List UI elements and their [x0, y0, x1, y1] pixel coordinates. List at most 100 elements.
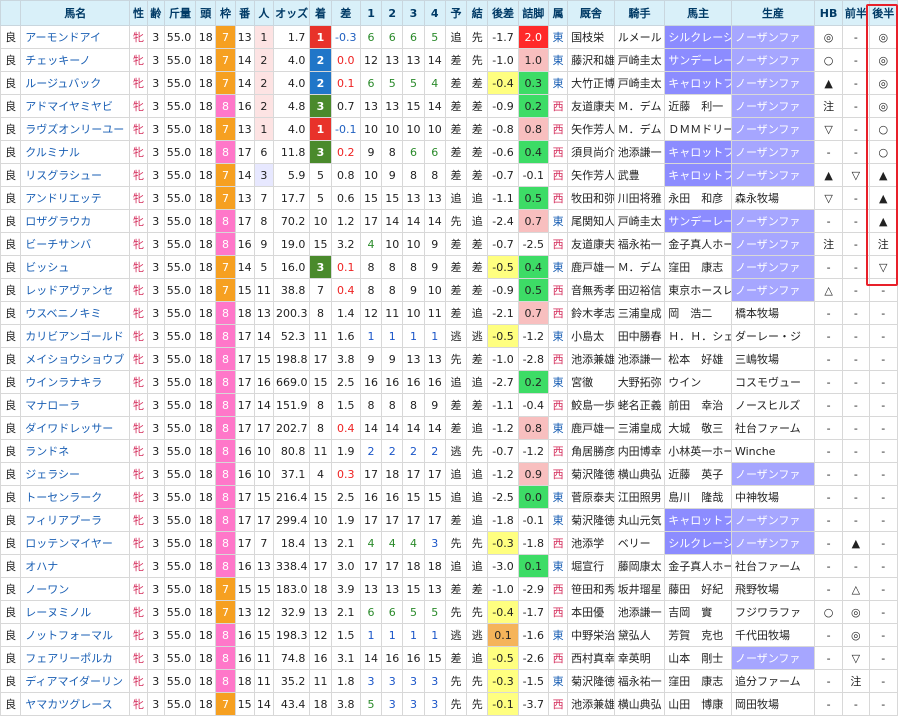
prediction-cell: 追 [444, 186, 468, 210]
header-corner-4[interactable]: 4 [423, 0, 446, 26]
header-breeder[interactable]: 生産 [730, 0, 815, 26]
header-closing[interactable]: 詰脚 [517, 0, 549, 26]
owner-cell: 芳賀 克也 [664, 623, 732, 647]
horse-name-link[interactable]: ノットフォーマル [20, 623, 131, 647]
horse-name-link[interactable]: ビーチサンバ [20, 232, 131, 256]
weight-cell: 55.0 [163, 163, 197, 187]
horse-name-link[interactable]: ウインラナキラ [20, 370, 131, 394]
waku-cell: 8 [215, 209, 236, 233]
jockey-cell: 田辺裕信 [613, 278, 666, 302]
horse-name-link[interactable]: フェアリーポルカ [20, 646, 131, 670]
weight-cell: 55.0 [163, 669, 197, 693]
waku-cell: 8 [215, 485, 236, 509]
breeder-cell: フジワラファ [730, 600, 815, 624]
header-popularity[interactable]: 人 [253, 0, 274, 26]
breeder-cell: ノーザンファ [730, 117, 815, 141]
horse-name-link[interactable]: ラヴズオンリーユー [20, 117, 131, 141]
corner-4-cell: 17 [423, 462, 446, 486]
header-second-half[interactable]: 後半 [868, 0, 898, 26]
horse-name-link[interactable]: カリビアンゴールド [20, 324, 131, 348]
header-prediction[interactable]: 予 [444, 0, 468, 26]
header-age[interactable]: 齢 [146, 0, 165, 26]
weight-cell: 55.0 [163, 232, 197, 256]
header-first-half[interactable]: 前半 [842, 0, 870, 26]
header-horse-name[interactable]: 馬名 [20, 0, 131, 26]
horse-name-link[interactable]: レッドアヴァンセ [20, 278, 131, 302]
header-corner-2[interactable]: 2 [381, 0, 404, 26]
horse-name-link[interactable]: ヤマカツグレース [20, 692, 131, 716]
closing-cell: -2.8 [517, 347, 549, 371]
horse-name-link[interactable]: ディアマイダーリン [20, 669, 131, 693]
number-cell: 14 [234, 71, 255, 95]
horse-name-link[interactable]: ランドネ [20, 439, 131, 463]
first-half-mark: - [842, 393, 870, 417]
track-cell: 良 [0, 554, 22, 578]
horse-name-link[interactable]: ロッテンマイヤー [20, 531, 131, 555]
horse-name-link[interactable]: ロザグラウカ [20, 209, 131, 233]
sex-cell: 牝 [129, 232, 148, 256]
horse-name-link[interactable]: ジェラシー [20, 462, 131, 486]
first-half-mark: - [842, 692, 870, 716]
header-finish[interactable]: 着 [309, 0, 332, 26]
breeder-cell: 橋本牧場 [730, 301, 815, 325]
horse-name-link[interactable]: チェッキーノ [20, 48, 131, 72]
horse-name-link[interactable]: フィリアプーラ [20, 508, 131, 532]
header-row: 馬名 性 齢 斤量 頭 枠 番 人 オッズ 着 差 1 2 3 4 予 結 後差… [0, 0, 898, 26]
popularity-cell: 16 [253, 370, 274, 394]
horse-name-link[interactable]: トーセンラーク [20, 485, 131, 509]
finish-cell: 18 [309, 577, 332, 601]
finish-cell: 7 [309, 278, 332, 302]
prediction-cell: 先 [444, 347, 468, 371]
header-corner-1[interactable]: 1 [359, 0, 383, 26]
horse-name-link[interactable]: ビッシュ [20, 255, 131, 279]
horse-name-link[interactable]: アンドリエッテ [20, 186, 131, 210]
header-late-diff[interactable]: 後差 [487, 0, 519, 26]
result-cell: 差 [466, 347, 489, 371]
corner-3-cell: 18 [402, 554, 425, 578]
first-half-mark: ◎ [842, 623, 870, 647]
horse-name-link[interactable]: アドマイヤミヤビ [20, 94, 131, 118]
finish-cell: 1 [309, 25, 332, 49]
header-odds[interactable]: オッズ [272, 0, 311, 26]
header-result[interactable]: 結 [466, 0, 489, 26]
heads-cell: 18 [195, 462, 217, 486]
horse-name-link[interactable]: アーモンドアイ [20, 25, 131, 49]
weight-cell: 55.0 [163, 577, 197, 601]
margin-cell: 0.4 [330, 416, 361, 440]
margin-cell: 3.1 [330, 646, 361, 670]
header-owner[interactable]: 馬主 [664, 0, 732, 26]
heads-cell: 18 [195, 416, 217, 440]
owner-cell: 窪田 康志 [664, 669, 732, 693]
late-diff-cell: -1.0 [487, 48, 519, 72]
header-heads[interactable]: 頭 [195, 0, 217, 26]
horse-name-link[interactable]: ダイワドレッサー [20, 416, 131, 440]
horse-name-link[interactable]: ノーワン [20, 577, 131, 601]
horse-name-link[interactable]: ルージュバック [20, 71, 131, 95]
header-number[interactable]: 番 [234, 0, 255, 26]
header-margin[interactable]: 差 [330, 0, 361, 26]
result-cell: 追 [466, 554, 489, 578]
horse-name-link[interactable]: オハナ [20, 554, 131, 578]
owner-cell: キャロットフ [664, 140, 732, 164]
header-jockey[interactable]: 騎手 [613, 0, 666, 26]
header-hb[interactable]: HB [813, 0, 844, 26]
header-sex[interactable]: 性 [129, 0, 148, 26]
affiliation-cell: 東 [547, 324, 569, 348]
hb-mark: ○ [813, 48, 844, 72]
number-cell: 13 [234, 117, 255, 141]
horse-name-link[interactable]: メイショウショウブ [20, 347, 131, 371]
header-trainer[interactable]: 厩舎 [567, 0, 615, 26]
affiliation-cell: 西 [547, 94, 569, 118]
horse-name-link[interactable]: リスグラシュー [20, 163, 131, 187]
horse-name-link[interactable]: マナローラ [20, 393, 131, 417]
horse-name-link[interactable]: レーヌミノル [20, 600, 131, 624]
header-weight[interactable]: 斤量 [163, 0, 197, 26]
horse-name-link[interactable]: ウスベニノキミ [20, 301, 131, 325]
header-waku[interactable]: 枠 [215, 0, 236, 26]
number-cell: 16 [234, 462, 255, 486]
header-corner-3[interactable]: 3 [402, 0, 425, 26]
number-cell: 14 [234, 48, 255, 72]
header-affiliation[interactable]: 属 [547, 0, 569, 26]
horse-name-link[interactable]: クルミナル [20, 140, 131, 164]
affiliation-cell: 東 [547, 209, 569, 233]
